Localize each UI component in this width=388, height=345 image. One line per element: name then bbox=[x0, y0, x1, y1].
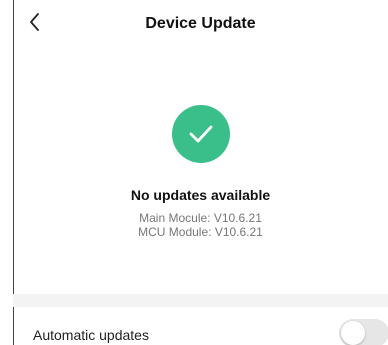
automatic-updates-label: Automatic updates bbox=[33, 327, 149, 343]
checkmark-icon bbox=[171, 105, 230, 163]
automatic-updates-toggle[interactable] bbox=[339, 319, 388, 345]
automatic-updates-row: Automatic updates bbox=[13, 307, 388, 345]
status-title: No updates available bbox=[130, 187, 271, 203]
toggle-knob bbox=[341, 321, 365, 345]
header: Device Update bbox=[13, 0, 388, 48]
device-update-screen: Device Update No updates available Main … bbox=[13, 0, 388, 345]
main-module-version: Main Mocule: V10.6.21 bbox=[139, 211, 262, 225]
section-divider bbox=[13, 294, 388, 307]
mcu-module-version: MCU Module: V10.6.21 bbox=[138, 225, 263, 239]
update-status: No updates available Main Mocule: V10.6.… bbox=[13, 105, 388, 239]
page-title: Device Update bbox=[145, 15, 256, 32]
